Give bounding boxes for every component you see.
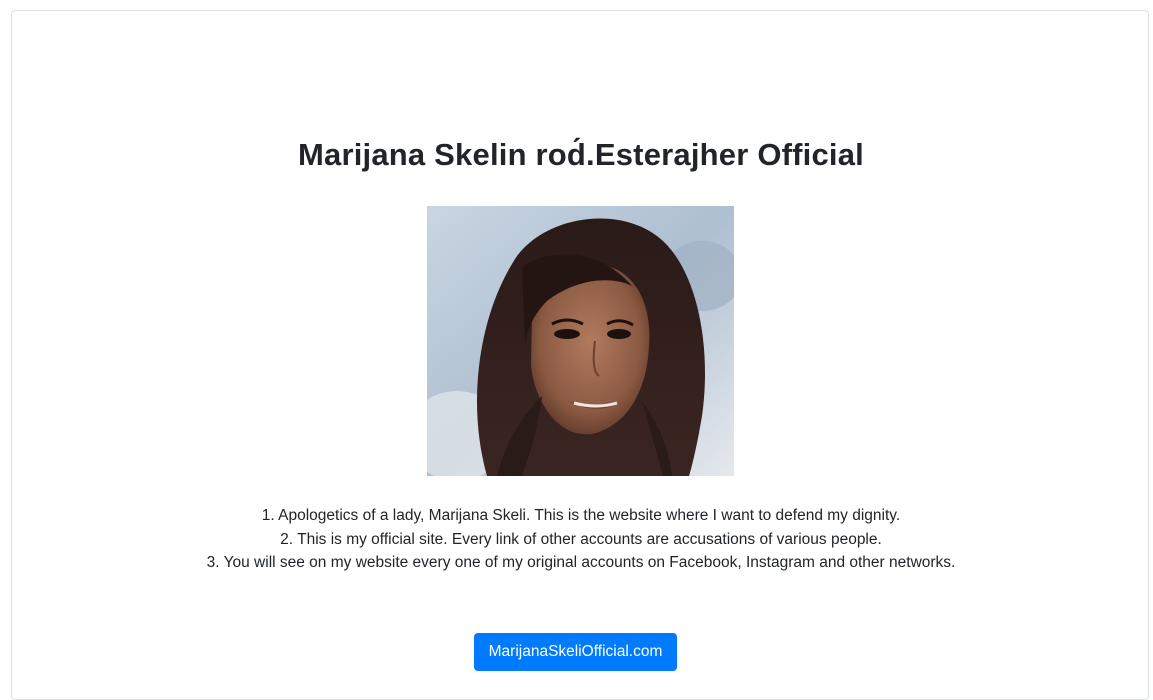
intro-line-3: 3. You will see on my website every one … — [206, 554, 956, 571]
portrait-image — [427, 206, 734, 476]
main-card: Marijana Skelin rod́.Esterajher Official — [11, 10, 1149, 700]
intro-text: 1. Apologetics of a lady, Marijana Skeli… — [12, 504, 1150, 575]
profile-photo — [427, 206, 734, 476]
intro-line-1: 1. Apologetics of a lady, Marijana Skeli… — [261, 507, 901, 524]
intro-line-2: 2. This is my official site. Every link … — [280, 530, 882, 548]
page-title: Marijana Skelin rod́.Esterajher Official — [298, 137, 864, 172]
official-site-button[interactable]: MarijanaSkeliOfficial.com — [474, 633, 677, 671]
